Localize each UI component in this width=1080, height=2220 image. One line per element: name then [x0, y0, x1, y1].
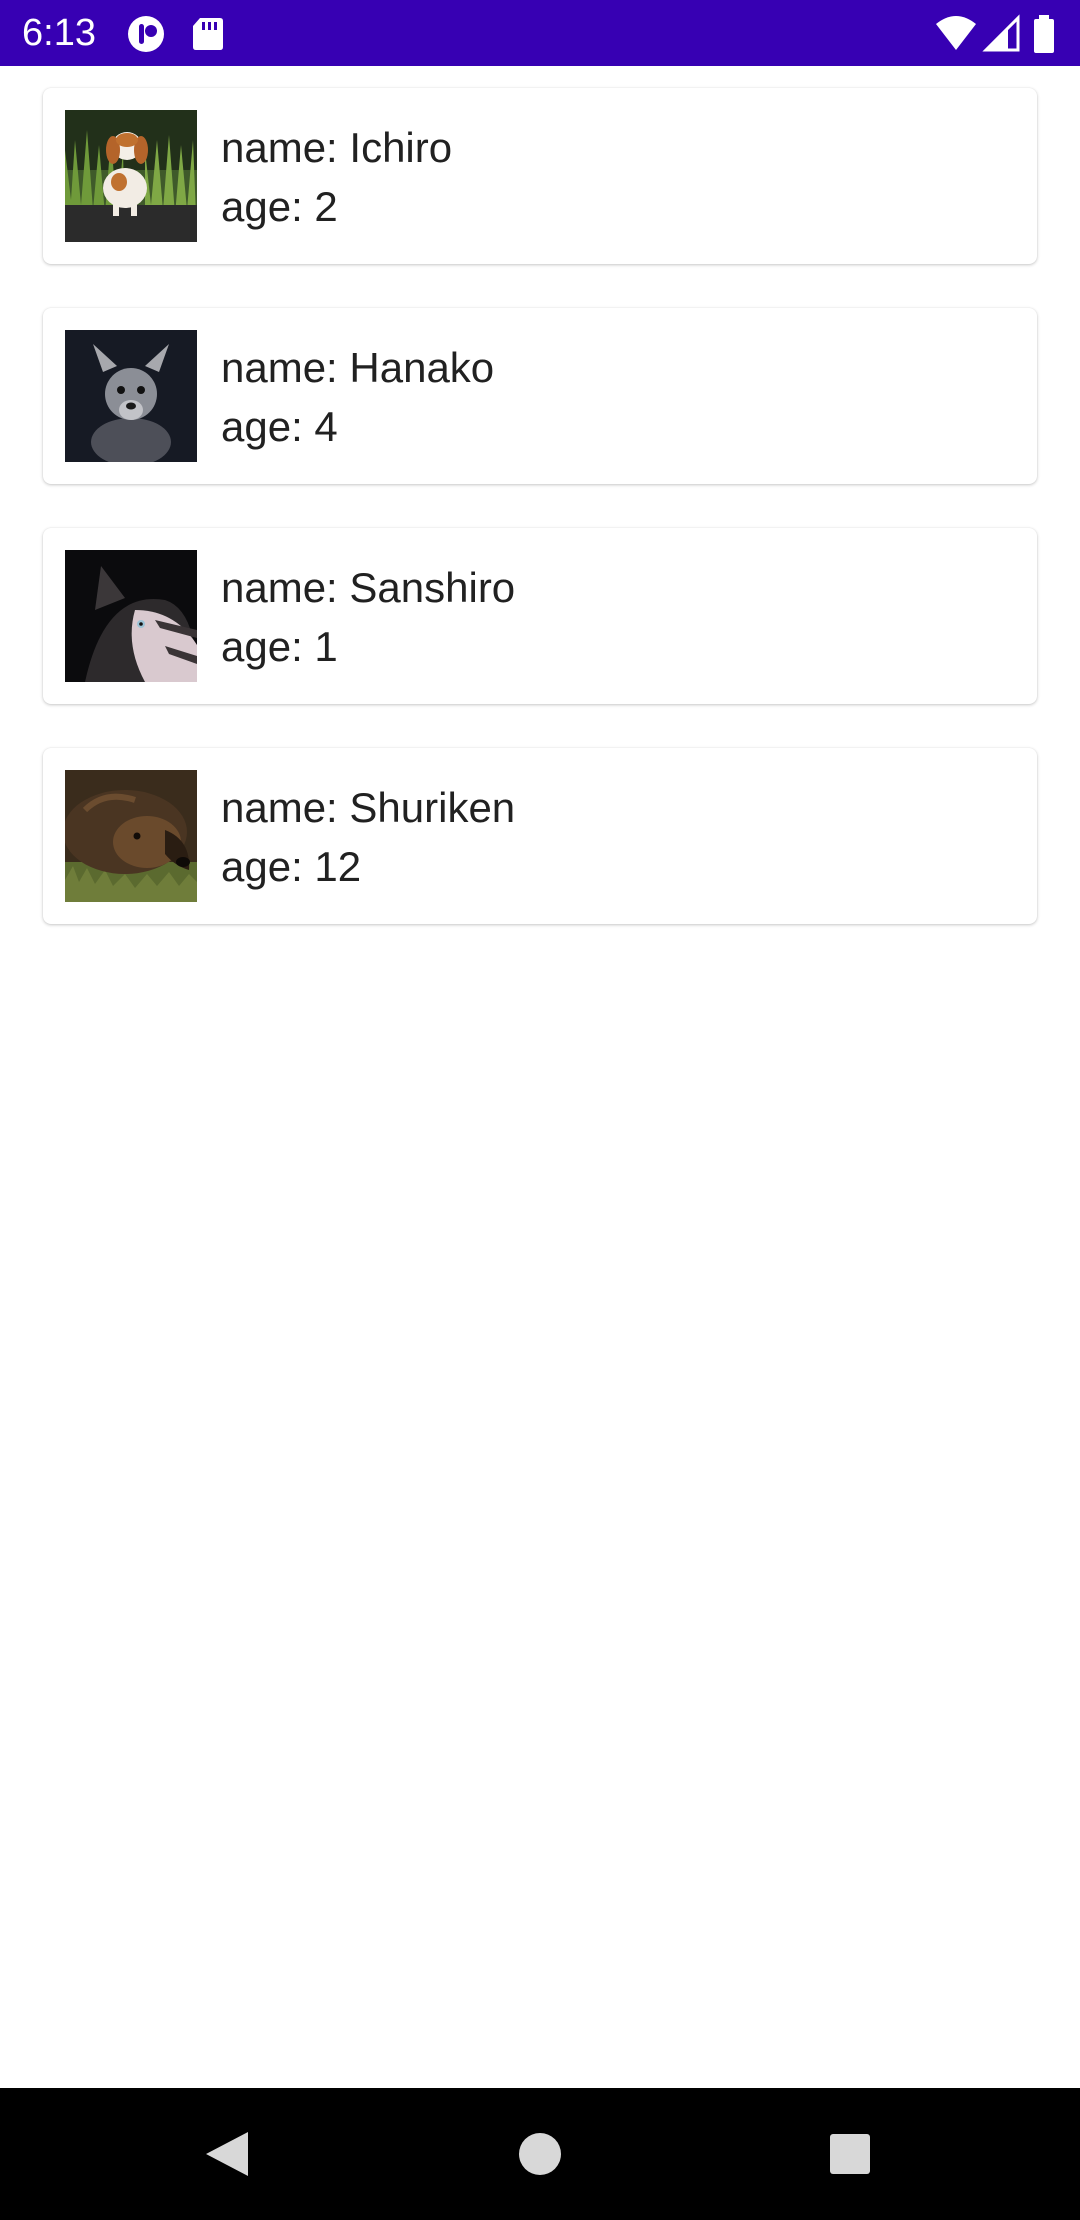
pet-card[interactable]: name: Shuriken age: 12	[43, 748, 1037, 924]
pet-photo	[65, 330, 197, 462]
pet-age: age: 2	[221, 183, 338, 230]
pet-card[interactable]: name: Sanshiro age: 1	[43, 528, 1037, 704]
pet-photo	[65, 770, 197, 902]
back-icon[interactable]	[188, 2116, 264, 2192]
status-time: 6:13	[22, 12, 96, 54]
pet-card[interactable]: name: Ichiro age: 2	[43, 88, 1037, 264]
pet-age: age: 12	[221, 843, 362, 890]
pet-name: name: Shuriken	[221, 784, 516, 831]
wifi-icon	[934, 14, 978, 54]
pet-name: name: Ichiro	[221, 124, 453, 171]
status-bar: 6:13	[0, 0, 1080, 66]
cell-signal-icon	[982, 14, 1022, 54]
pet-card[interactable]: name: Hanako age: 4	[43, 308, 1037, 484]
pet-age: age: 1	[221, 623, 338, 670]
pet-age: age: 4	[221, 403, 338, 450]
navigation-bar	[0, 2088, 1080, 2220]
battery-icon	[1030, 14, 1058, 54]
pet-photo	[65, 110, 197, 242]
sd-card-icon	[188, 14, 228, 54]
recents-icon[interactable]	[812, 2116, 888, 2192]
screen: 6:13 name: Ichiro age: 2 name: Hanako ag…	[0, 0, 1080, 2220]
pet-name: name: Hanako	[221, 344, 495, 391]
pet-name: name: Sanshiro	[221, 564, 516, 611]
home-icon[interactable]	[502, 2116, 578, 2192]
pet-photo	[65, 550, 197, 682]
notification-app-icon	[126, 14, 166, 54]
